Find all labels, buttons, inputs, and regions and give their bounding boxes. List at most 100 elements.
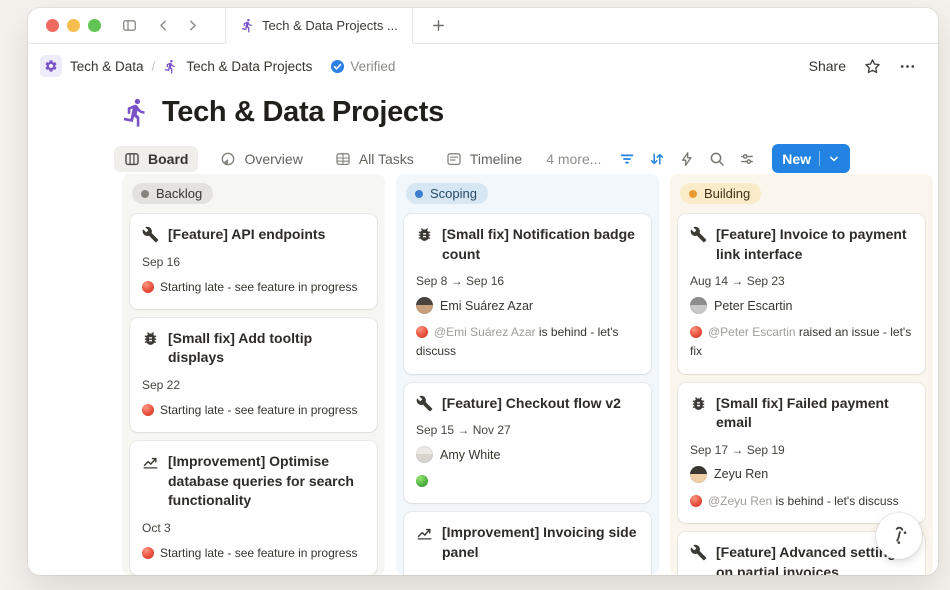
status-text: Starting late - see feature in progress bbox=[160, 546, 357, 560]
verified-icon bbox=[330, 59, 345, 74]
new-button-label: New bbox=[782, 151, 811, 167]
card-title-row: [Feature] Checkout flow v2 bbox=[416, 394, 639, 414]
card-title: [Improvement] Invoicing side panel bbox=[442, 523, 639, 562]
breadcrumb-workspace[interactable]: Tech & Data bbox=[70, 59, 144, 74]
card-status: Starting late - see feature in progress bbox=[142, 401, 365, 420]
task-card[interactable]: [Small fix] Notification badge countSep … bbox=[404, 214, 651, 374]
back-icon[interactable] bbox=[151, 14, 175, 38]
gear-icon[interactable] bbox=[40, 55, 62, 77]
traffic-lights bbox=[46, 19, 101, 32]
avatar bbox=[690, 466, 707, 483]
new-tab-button[interactable] bbox=[427, 14, 451, 38]
assignee-name: Peter Escartin bbox=[714, 299, 793, 313]
card-title-row: [Small fix] Failed payment email bbox=[690, 394, 913, 433]
minimize-window-button[interactable] bbox=[67, 19, 80, 32]
bug-icon bbox=[690, 395, 707, 433]
more-views-button[interactable]: 4 more... bbox=[546, 151, 601, 167]
column-status-pill[interactable]: Backlog bbox=[132, 183, 213, 204]
tab-overview[interactable]: Overview bbox=[210, 146, 312, 172]
column-header: Backlog bbox=[132, 183, 377, 204]
card-title: [Feature] API endpoints bbox=[168, 225, 325, 245]
kanban-board: Backlog [Feature] API endpointsSep 16Star… bbox=[122, 174, 933, 575]
card-title: [Feature] Invoice to payment link interf… bbox=[716, 225, 913, 264]
tab-label: Timeline bbox=[470, 151, 522, 167]
task-card[interactable]: [Feature] Invoice to payment link interf… bbox=[678, 214, 925, 374]
wrench-icon bbox=[690, 544, 707, 575]
card-title: [Small fix] Add tooltip displays bbox=[168, 329, 365, 368]
card-title: [Improvement] Optimise database queries … bbox=[168, 452, 365, 511]
view-tabs-row: Board Overview All Tasks Timeline 4 more… bbox=[114, 144, 938, 173]
task-card[interactable]: [Improvement] Invoicing side panel Sep 15… bbox=[404, 512, 651, 575]
task-card[interactable]: [Improvement] Optimise database queries … bbox=[130, 441, 377, 575]
task-card[interactable]: [Feature] Checkout flow v2 Sep 15 → Nov 2… bbox=[404, 383, 651, 504]
share-button[interactable]: Share bbox=[809, 58, 846, 74]
avatar bbox=[416, 446, 433, 463]
card-date: Sep 15 → Oct 3 bbox=[416, 573, 639, 575]
status-text: is behind - let's discuss bbox=[772, 494, 898, 508]
card-title-row: [Feature] Invoice to payment link interf… bbox=[690, 225, 913, 264]
tab-label: Overview bbox=[244, 151, 302, 167]
task-card[interactable]: [Small fix] Failed payment emailSep 17 →… bbox=[678, 383, 925, 523]
task-card[interactable]: [Feature] API endpointsSep 16Starting la… bbox=[130, 214, 377, 309]
verified-badge: Verified bbox=[330, 59, 395, 74]
tune-icon[interactable] bbox=[734, 146, 760, 172]
wrench-icon bbox=[416, 395, 433, 414]
red-dot-icon bbox=[142, 404, 154, 416]
timeline-icon bbox=[446, 151, 462, 167]
board-column-backlog: Backlog [Feature] API endpointsSep 16Star… bbox=[122, 174, 385, 575]
runner-icon bbox=[120, 97, 151, 128]
assistant-button[interactable] bbox=[876, 513, 922, 559]
verified-label: Verified bbox=[350, 59, 395, 74]
zoom-window-button[interactable] bbox=[88, 19, 101, 32]
more-options-icon[interactable] bbox=[899, 58, 916, 75]
card-status: Starting late - see feature in progress bbox=[142, 544, 365, 563]
board-column-scoping: Scoping [Small fix] Notification badge co… bbox=[396, 174, 659, 575]
window-titlebar: Tech & Data Projects ... bbox=[28, 8, 938, 44]
tab-title: Tech & Data Projects ... bbox=[262, 18, 398, 33]
card-date: Aug 14 → Sep 23 bbox=[690, 274, 913, 288]
board-icon bbox=[124, 151, 140, 167]
column-status-pill[interactable]: Building bbox=[680, 183, 761, 204]
sort-icon[interactable] bbox=[644, 146, 670, 172]
table-icon bbox=[335, 151, 351, 167]
column-name: Scoping bbox=[430, 186, 477, 201]
column-name: Building bbox=[704, 186, 750, 201]
status-dot-icon bbox=[415, 190, 423, 198]
card-date: Sep 15 → Nov 27 bbox=[416, 423, 639, 437]
page-title: Tech & Data Projects bbox=[120, 96, 938, 129]
runner-icon bbox=[240, 18, 255, 33]
tab-all-tasks[interactable]: All Tasks bbox=[325, 146, 424, 172]
search-icon[interactable] bbox=[704, 146, 730, 172]
bolt-icon[interactable] bbox=[674, 146, 700, 172]
wrench-icon bbox=[142, 226, 159, 245]
chevron-down-icon[interactable] bbox=[828, 153, 840, 165]
forward-icon[interactable] bbox=[180, 14, 204, 38]
tab-board[interactable]: Board bbox=[114, 146, 198, 172]
new-button[interactable]: New bbox=[772, 144, 850, 173]
star-icon[interactable] bbox=[864, 58, 881, 75]
status-text: Starting late - see feature in progress bbox=[160, 280, 357, 294]
green-dot-icon bbox=[416, 475, 428, 487]
breadcrumb: Tech & Data / Tech & Data Projects Verif… bbox=[40, 55, 809, 77]
app-window: Tech & Data Projects ... Tech & Data / T… bbox=[28, 8, 938, 575]
breadcrumb-page[interactable]: Tech & Data Projects bbox=[186, 59, 312, 74]
sidebar-toggle-icon[interactable] bbox=[117, 14, 141, 38]
card-assignee: Emi Suárez Azar bbox=[416, 297, 639, 314]
column-header: Building bbox=[680, 183, 925, 204]
card-status: Starting late - see feature in progress bbox=[142, 278, 365, 297]
filter-icon[interactable] bbox=[614, 146, 640, 172]
assignee-name: Zeyu Ren bbox=[714, 467, 768, 481]
card-status bbox=[416, 472, 639, 491]
card-status: @Emi Suárez Azar is behind - let's discu… bbox=[416, 323, 639, 361]
app-tab[interactable]: Tech & Data Projects ... bbox=[225, 8, 413, 44]
card-title-row: [Feature] API endpoints bbox=[142, 225, 365, 245]
task-card[interactable]: [Small fix] Add tooltip displaysSep 22St… bbox=[130, 318, 377, 432]
close-window-button[interactable] bbox=[46, 19, 59, 32]
page-title-text: Tech & Data Projects bbox=[162, 96, 444, 129]
status-dot-icon bbox=[689, 190, 697, 198]
overview-icon bbox=[220, 151, 236, 167]
column-status-pill[interactable]: Scoping bbox=[406, 183, 488, 204]
tab-label: All Tasks bbox=[359, 151, 414, 167]
card-date: Oct 3 bbox=[142, 521, 365, 535]
tab-timeline[interactable]: Timeline bbox=[436, 146, 532, 172]
